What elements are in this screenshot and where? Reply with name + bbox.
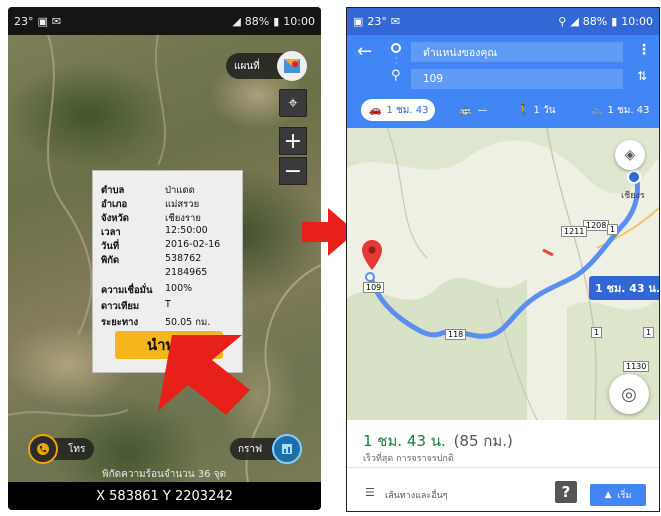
road-shield: 118	[445, 329, 467, 340]
call-label: โทร	[68, 443, 86, 455]
temp-indicator: 23°	[14, 14, 34, 28]
image-notification-icon: ▣	[37, 14, 48, 28]
layers-button[interactable]: ◈	[615, 140, 645, 170]
my-location-button[interactable]: ⌖	[279, 89, 307, 117]
route-dots-icon: · ·	[395, 54, 398, 68]
graph-icon[interactable]	[272, 434, 302, 464]
signal-icon: ◢	[232, 14, 241, 28]
image-notification-icon: ▣	[353, 15, 364, 28]
destination-marker-icon[interactable]	[627, 170, 641, 184]
mode-transit-label: —	[477, 104, 488, 116]
navigation-arrow-icon: ▲	[604, 490, 612, 500]
road-shield: 1	[591, 327, 603, 338]
mode-drive-label: 1 ชม. 43	[386, 104, 429, 116]
start-label: เริ่ม	[617, 491, 632, 501]
map-layers-icon[interactable]	[277, 51, 307, 81]
destination-input[interactable]: 109	[411, 69, 623, 89]
plus-icon: +	[283, 128, 303, 154]
hotspot-count-text: พิกัดความร้อนจำนวน 36 จุด	[102, 469, 227, 480]
minus-icon: −	[283, 158, 303, 184]
road-shield: 1	[607, 224, 619, 235]
walk-icon: 🚶	[517, 104, 530, 116]
my-location-button[interactable]: ◎	[609, 374, 649, 414]
red-pointer-arrow	[158, 335, 250, 415]
steps-link[interactable]: เส้นทางและอื่นๆ	[385, 488, 448, 502]
status-bar: 23° ▣ ✉ ◢ 88% ▮ 10:00	[8, 7, 321, 35]
clock: 10:00	[621, 15, 653, 28]
coordinate-readout: X 583861 Y 2203242	[8, 482, 321, 510]
mode-walk-tab[interactable]: 🚶 1 วัน	[517, 99, 555, 121]
divider	[347, 467, 659, 468]
summary-time: 1 ชม. 43 น.	[363, 432, 446, 450]
route-map-canvas	[347, 128, 659, 420]
mail-notification-icon: ✉	[51, 14, 62, 28]
battery-level: 88%	[582, 15, 608, 28]
mail-notification-icon: ✉	[390, 15, 401, 28]
origin-pin-icon	[362, 240, 382, 270]
route-summary-sheet[interactable]: 1 ชม. 43 น. (85 กม.) เร็วที่สุด การจราจร…	[347, 420, 659, 511]
origin-input[interactable]: ตำแหน่งของคุณ	[411, 42, 623, 62]
origin-dot-icon	[391, 43, 401, 53]
car-icon: 🚗	[369, 104, 382, 116]
left-phone-screen: 23° ▣ ✉ ◢ 88% ▮ 10:00 แผนที่ ⌖ + − ตำบล …	[8, 7, 321, 510]
road-shield: 1211	[561, 226, 588, 237]
start-navigation-button[interactable]: ▲ เริ่ม	[590, 484, 646, 506]
list-icon: ☰	[365, 486, 375, 499]
back-arrow-icon[interactable]: ←	[357, 41, 372, 62]
road-shield: 1130	[623, 361, 650, 372]
battery-icon: ▮	[273, 14, 280, 28]
road-shield: 1	[643, 327, 655, 338]
mode-walk-label: 1 วัน	[533, 104, 556, 116]
signal-icon: ◢	[570, 15, 579, 28]
bus-icon: 🚌	[459, 104, 472, 116]
zoom-out-button[interactable]: −	[279, 157, 307, 185]
summary-note: เร็วที่สุด การจราจรปกติ	[363, 454, 454, 464]
start-dot-icon	[365, 272, 375, 282]
battery-icon: ▮	[611, 15, 618, 28]
directions-header: ← · · ⚲ ตำแหน่งของคุณ 109 ⋮ ⇅ 🚗 1 ชม. 43 🚌…	[347, 35, 659, 128]
phone-icon[interactable]	[28, 434, 58, 464]
mode-bike-tab[interactable]: 🚲 1 ชม. 43	[591, 99, 649, 121]
swap-icon[interactable]: ⇅	[637, 69, 647, 83]
temp-indicator: 23°	[367, 15, 387, 28]
destination-pin-icon: ⚲	[391, 68, 401, 83]
battery-level: 88%	[244, 14, 270, 28]
mode-transit-tab[interactable]: 🚌 —	[459, 99, 487, 121]
map-type-label: แผนที่	[234, 60, 260, 72]
bike-icon: 🚲	[591, 104, 604, 116]
crosshair-icon: ⌖	[288, 93, 298, 112]
layers-icon: ◈	[624, 147, 636, 163]
route-time-bubble[interactable]: 1 ชม. 43 น.	[589, 276, 659, 300]
mode-bike-label: 1 ชม. 43	[607, 104, 650, 116]
status-bar: ▣ 23° ✉ ⚲ ◢ 88% ▮ 10:00	[347, 8, 659, 35]
route-map[interactable]: 1208 1211 1 1 1 109 118 1130 เชียงร ◈ 1 …	[347, 128, 659, 420]
clock: 10:00	[283, 14, 315, 28]
destination-place-label: เชียงร	[621, 191, 645, 201]
zoom-in-button[interactable]: +	[279, 127, 307, 155]
more-options-icon[interactable]: ⋮	[637, 42, 651, 58]
target-icon: ◎	[621, 383, 637, 405]
route-summary: 1 ชม. 43 น. (85 กม.)	[363, 429, 513, 453]
road-shield: 109	[363, 282, 385, 293]
help-icon[interactable]: ?	[555, 481, 577, 503]
right-phone-screen: ▣ 23° ✉ ⚲ ◢ 88% ▮ 10:00 ← · · ⚲ ตำแหน่งขอ…	[346, 7, 660, 512]
summary-distance: (85 กม.)	[453, 432, 513, 450]
mode-drive-tab[interactable]: 🚗 1 ชม. 43	[361, 99, 435, 121]
location-status-icon: ⚲	[558, 15, 567, 28]
graph-label: กราฟ	[238, 443, 263, 455]
